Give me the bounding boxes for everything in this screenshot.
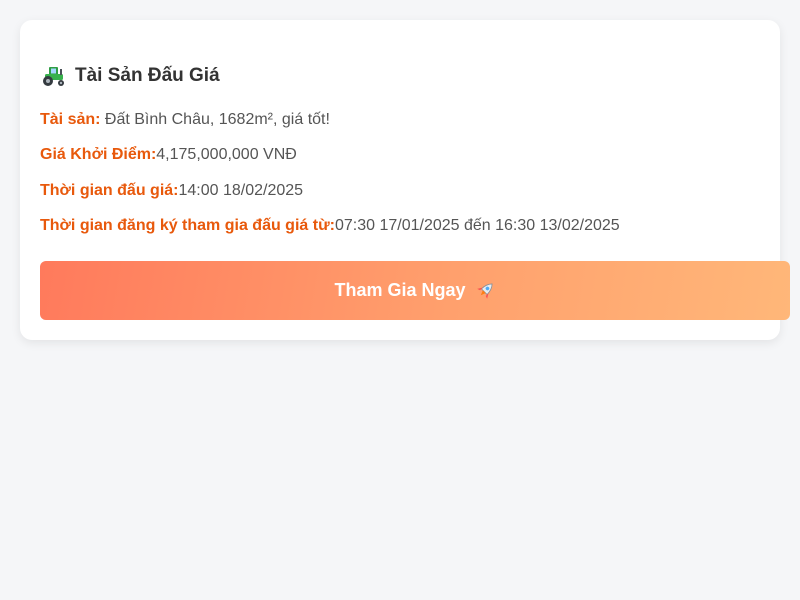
auction-time-label: Thời gian đấu giá: [40, 182, 179, 199]
starting-price-value: 4,175,000,000 VNĐ [156, 146, 297, 163]
starting-price-label: Giá Khởi Điểm: [40, 146, 157, 163]
join-now-label: Tham Gia Ngay [334, 280, 466, 300]
tractor-icon [41, 65, 67, 87]
auction-time-value: 14:00 18/02/2025 [178, 182, 304, 199]
asset-field: Tài sản: Đất Bình Châu, 1682m², giá tốt! [40, 111, 330, 129]
auction-card: Tài Sản Đấu Giá Tài sản: Đất Bình Châu, … [20, 20, 790, 340]
registration-period-field: Thời gian đăng ký tham gia đấu giá từ:07… [40, 217, 620, 235]
registration-period-label: Thời gian đăng ký tham gia đấu giá từ: [40, 217, 335, 234]
registration-period-value: 07:30 17/01/2025 đến 16:30 13/02/2025 [334, 217, 620, 234]
auction-time-field: Thời gian đấu giá:14:00 18/02/2025 [40, 182, 303, 200]
join-now-button[interactable]: Tham Gia Ngay [40, 261, 790, 320]
starting-price-field: Giá Khởi Điểm:4,175,000,000 VNĐ [40, 146, 297, 164]
asset-value: Đất Bình Châu, 1682m², giá tốt! [100, 111, 330, 128]
asset-label: Tài sản: [40, 111, 101, 128]
rocket-icon [474, 280, 496, 302]
card-title: Tài Sản Đấu Giá [75, 65, 220, 86]
card-header: Tài Sản Đấu Giá [41, 63, 220, 89]
